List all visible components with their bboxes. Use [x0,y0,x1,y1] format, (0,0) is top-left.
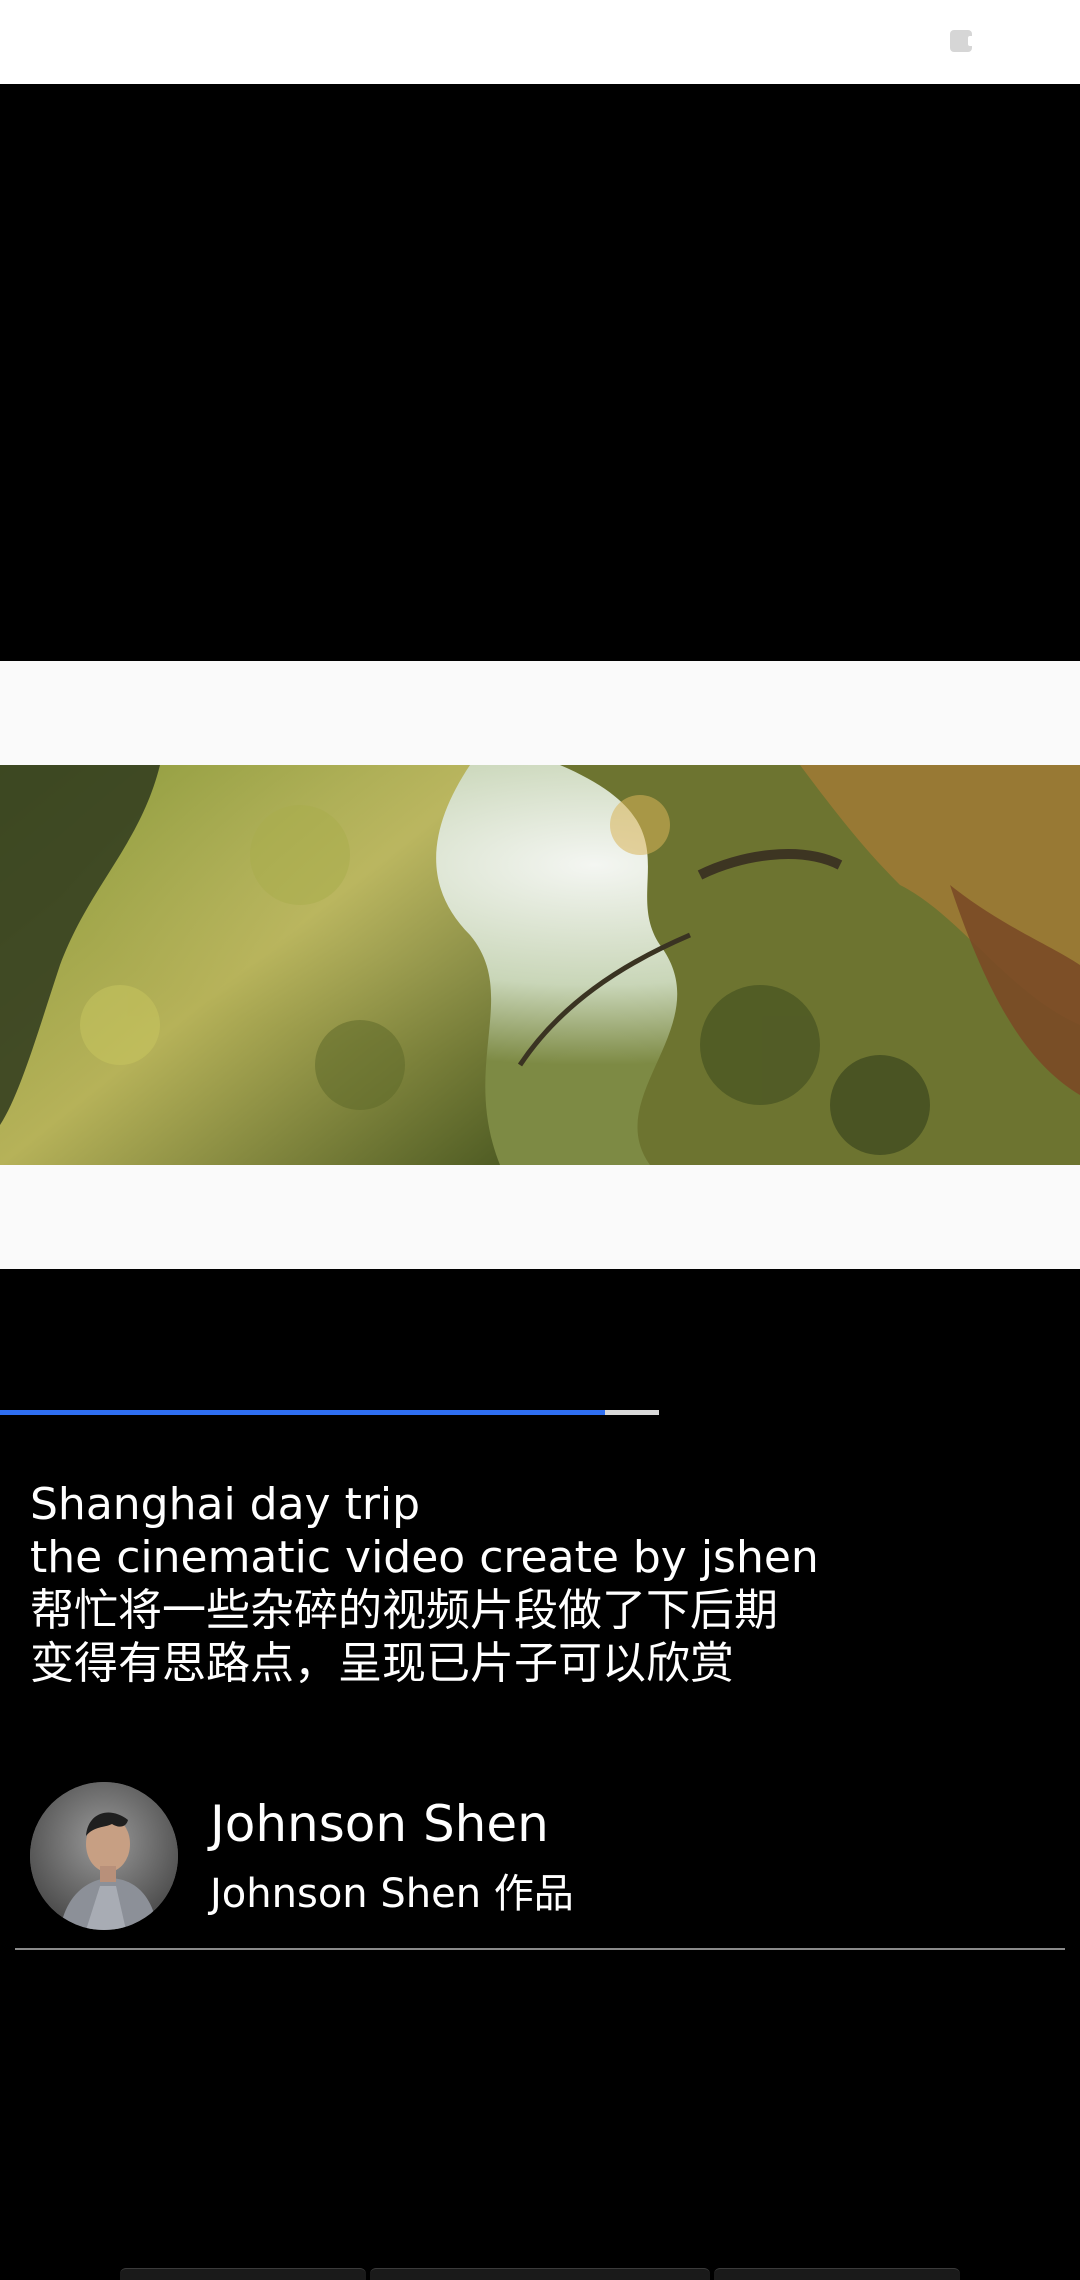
author-subtitle: Johnson Shen 作品 [210,1871,574,1917]
author-card[interactable]: Johnson Shen Johnson Shen 作品 [30,1782,1050,1932]
bottom-tab[interactable] [370,2268,710,2280]
top-bar [0,0,1080,84]
bottom-tab-strip [0,2268,1080,2280]
description-line: 变得有思路点，呈现已片子可以欣赏 [30,1638,734,1689]
video-description: Shanghai day trip the cinematic video cr… [30,1478,1050,1690]
description-line: Shanghai day trip [30,1479,421,1530]
foliage-scene [0,765,1080,1165]
description-line: the cinematic video create by jshen [30,1532,819,1583]
video-frame[interactable] [0,765,1080,1165]
video-player[interactable] [0,661,1080,1269]
cast-icon[interactable] [950,30,974,52]
avatar-image [30,1782,178,1930]
avatar[interactable] [30,1782,178,1930]
bottom-tab[interactable] [714,2268,960,2280]
progress-bar[interactable] [0,1410,1080,1415]
description-line: 帮忙将一些杂碎的视频片段做了下后期 [30,1585,778,1636]
bottom-tab[interactable] [120,2268,366,2280]
author-name[interactable]: Johnson Shen [210,1794,549,1854]
divider [15,1948,1065,1950]
video-page: Shanghai day trip the cinematic video cr… [0,0,1080,2280]
progress-played [0,1410,605,1415]
